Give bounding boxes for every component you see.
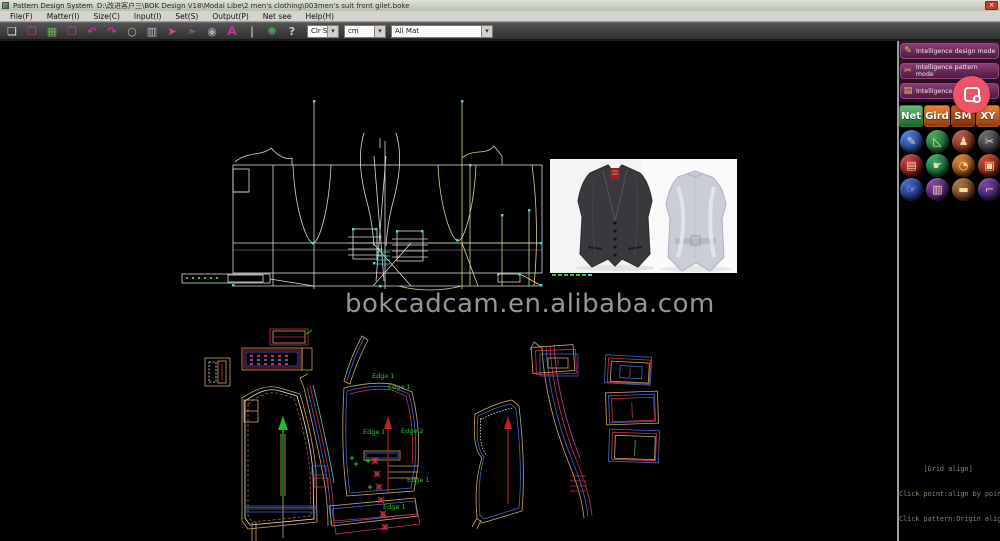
tool-grid: ✎ ◺ ♟ ✂ ▤ ☛ ◔ ▣ ☞ ▥ ▬ ⌐ — [899, 130, 1000, 201]
glove-tool[interactable]: ☞ — [900, 178, 923, 201]
vest-front-photo — [577, 164, 653, 268]
text-icon[interactable]: A — [222, 24, 242, 39]
import-folder-icon[interactable]: ❒ — [62, 24, 82, 39]
toolbar: ❏ ❒ ▦ ❒ ↶ ↷ ○ ▥ ➤ ➣ ◉ A ❙ ❋ ? Clr Sel cm… — [0, 22, 1000, 41]
menu-input[interactable]: Input(I) — [127, 11, 168, 22]
pocket-stack-pieces — [603, 354, 660, 464]
svg-text:Edge 1: Edge 1 — [388, 383, 411, 391]
mode-label: Intelligence design mode — [916, 47, 996, 55]
menu-size[interactable]: Size(C) — [86, 11, 126, 22]
color-select-dropdown[interactable]: Clr Sel — [307, 24, 339, 38]
close-button[interactable]: × — [985, 1, 998, 10]
unit-select-value: cm — [348, 27, 359, 35]
app-icon — [2, 2, 9, 9]
image-search-badge[interactable] — [953, 76, 990, 113]
pick-arrow-icon[interactable]: ➣ — [182, 24, 202, 39]
unit-select-dropdown[interactable]: cm — [344, 24, 386, 38]
intelligence-pattern-mode-button[interactable]: ✂ Intelligence pattern mode — [900, 63, 999, 79]
save-icon[interactable]: ▦ — [42, 24, 62, 39]
document-path: D:\改进客户三\BOK Design V18\Modal Libe\2 men… — [96, 1, 410, 10]
back-grain-arrow — [278, 416, 288, 501]
back-piece — [241, 386, 318, 541]
menu-bar: File(F) Matter(I) Size(C) Input(I) Set(S… — [0, 11, 1000, 22]
image-search-icon — [963, 87, 981, 103]
curve-ruler-tool[interactable]: ◔ — [952, 154, 975, 177]
mark-layers-icon: ▤ — [903, 86, 913, 96]
fabric-roll-tool[interactable]: ▥ — [926, 178, 949, 201]
grid-align-help-text: [Grid align] Click point:align by point … — [899, 464, 1000, 524]
product-photos — [550, 159, 737, 273]
menu-set[interactable]: Set(S) — [168, 11, 205, 22]
pattern-design-app: Pattern Design System D:\改进客户三\BOK Desig… — [0, 0, 1000, 541]
gird-view-button[interactable]: Gird — [924, 105, 950, 127]
drawing-canvas[interactable]: bokcadcam.en.alibaba.com Edge 1 Edge 1 E… — [0, 41, 897, 541]
mannequin-tool[interactable]: ♟ — [952, 130, 975, 153]
top-pattern-draft — [181, 100, 543, 291]
material-select-value: All Mat — [395, 27, 419, 35]
color-select-value: Clr Sel — [311, 27, 334, 35]
new-icon[interactable]: ❏ — [2, 24, 22, 39]
svg-text:Edge 1: Edge 1 — [372, 372, 395, 380]
svg-text:Edge 2: Edge 2 — [401, 427, 424, 435]
svg-text:Edge 1: Edge 1 — [383, 503, 406, 511]
undo-icon[interactable]: ↶ — [82, 24, 102, 39]
vest-back-photo — [665, 170, 727, 272]
green-markers — [186, 277, 218, 279]
hand-tool[interactable]: ☛ — [926, 154, 949, 177]
zoom-icon[interactable]: ○ — [122, 24, 142, 39]
edge-labels: Edge 1 Edge 1 Edge 1 Edge 2 Edge 1 Edge … — [363, 372, 430, 511]
right-front-piece — [471, 399, 524, 530]
pattern-pieces-draft: Edge 1 Edge 1 Edge 1 Edge 2 Edge 1 Edge … — [204, 328, 660, 541]
menu-help[interactable]: Help(H) — [298, 11, 341, 22]
patch-tool[interactable]: ▬ — [952, 178, 975, 201]
intelligence-design-mode-button[interactable]: ✎ Intelligence design mode — [900, 43, 999, 59]
app-title: Pattern Design System — [13, 1, 93, 10]
strip-notches — [250, 355, 288, 365]
material-select-dropdown[interactable]: All Mat — [391, 24, 493, 38]
svg-text:Edge 1: Edge 1 — [407, 476, 430, 484]
mode-label: Intelligence pattern mode — [915, 64, 978, 78]
design-pencil-icon: ✎ — [904, 46, 912, 56]
lasso-icon[interactable]: ◉ — [202, 24, 222, 39]
scissors-tool[interactable]: ✂ — [978, 130, 1000, 153]
pencil-tool[interactable]: ✎ — [900, 130, 923, 153]
pin-icon[interactable]: ❙ — [242, 24, 262, 39]
welt-piece — [204, 357, 231, 387]
pattern-scissors-icon: ✂ — [904, 66, 912, 76]
select-arrow-icon[interactable]: ➤ — [162, 24, 182, 39]
boot-tool[interactable]: ⌐ — [978, 178, 1000, 201]
watermark: bokcadcam.en.alibaba.com — [345, 289, 715, 319]
menu-matter[interactable]: Matter(I) — [40, 11, 87, 22]
net-view-button[interactable]: Net — [899, 105, 924, 127]
right-front-grain-arrow — [504, 416, 512, 504]
menu-output[interactable]: Output(P) — [205, 11, 255, 22]
help-icon[interactable]: ? — [282, 24, 302, 39]
status-tick-row — [552, 274, 592, 276]
title-bar: Pattern Design System D:\改进客户三\BOK Desig… — [0, 0, 1000, 11]
wheel-icon[interactable]: ❋ — [262, 24, 282, 39]
delete-icon[interactable]: ▥ — [142, 24, 162, 39]
menu-file[interactable]: File(F) — [3, 11, 40, 22]
redo-icon[interactable]: ↷ — [102, 24, 122, 39]
sketchbook-tool[interactable]: ▤ — [900, 154, 923, 177]
set-square-tool[interactable]: ◺ — [926, 130, 949, 153]
view-button-row: Net Gird SM XY — [899, 105, 1000, 127]
open-folder-icon[interactable]: ❒ — [22, 24, 42, 39]
svg-text:Edge 1: Edge 1 — [363, 428, 386, 436]
sewing-machine-tool[interactable]: ▣ — [978, 154, 1000, 177]
menu-netsee[interactable]: Net see — [256, 11, 299, 22]
